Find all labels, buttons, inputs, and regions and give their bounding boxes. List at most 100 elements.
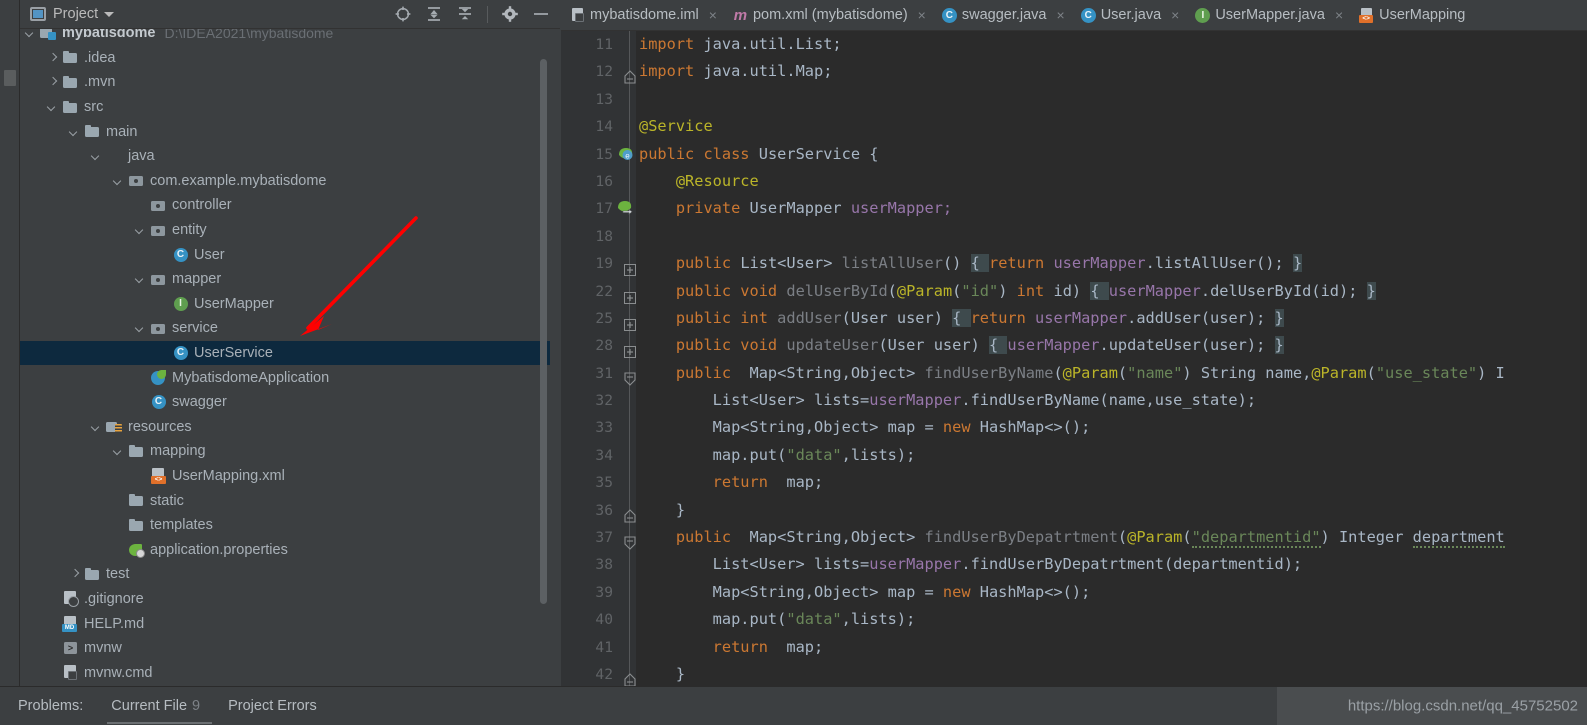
line-number: 31 <box>595 364 613 382</box>
folder-icon <box>84 124 101 140</box>
tree-node-static[interactable]: static <box>20 488 550 513</box>
editor-tab-usermapping[interactable]: UserMapping <box>1350 0 1472 30</box>
project-panel-title[interactable]: Project <box>53 6 98 22</box>
spring-autowire-icon[interactable] <box>617 199 634 216</box>
code-fold-open-icon[interactable] <box>624 532 636 550</box>
code-token: @Param <box>896 281 953 300</box>
tree-node-main[interactable]: main <box>20 119 550 144</box>
code-token: List<User> <box>740 254 842 273</box>
code-token: userMapper <box>1108 281 1201 300</box>
chevron-down-icon[interactable] <box>24 29 37 40</box>
close-icon[interactable]: × <box>918 8 926 22</box>
code-token: map; <box>777 637 824 656</box>
project-tree-scrollbar[interactable] <box>540 59 547 604</box>
tab-project-errors[interactable]: Project Errors <box>228 698 317 714</box>
tree-node-label: mapping <box>150 443 206 460</box>
tree-node-usermapper[interactable]: UserMapper <box>20 292 550 317</box>
code-text: Map<String,Object> map = new HashMap<>()… <box>639 414 1091 441</box>
chevron-down-icon[interactable] <box>104 11 115 17</box>
code-token: @Resource <box>639 171 759 190</box>
code-token: ( <box>1117 528 1128 547</box>
chevron-down-icon[interactable] <box>134 273 147 286</box>
code-fold-end-icon[interactable] <box>624 66 636 84</box>
chevron-down-icon[interactable] <box>46 101 59 114</box>
chevron-right-icon[interactable] <box>46 76 59 89</box>
chevron-down-icon[interactable] <box>90 150 103 163</box>
chevron-down-icon[interactable] <box>134 322 147 335</box>
code-fold-plus-icon[interactable] <box>624 313 636 331</box>
code-fold-open-icon[interactable] <box>624 368 636 386</box>
tree-node-src[interactable]: src <box>20 95 550 120</box>
code-fold-plus-icon[interactable] <box>624 258 636 277</box>
tree-node-label: mvnw.cmd <box>84 664 153 681</box>
chevron-down-icon[interactable] <box>90 420 103 433</box>
code-fold-plus-icon[interactable] <box>624 286 636 304</box>
tree-node-java[interactable]: java <box>20 144 550 169</box>
code-fold-end-icon[interactable] <box>624 505 636 523</box>
close-icon[interactable]: × <box>1171 8 1179 22</box>
project-tree[interactable]: mybatisdome D:\IDEA2021\mybatisdome .idea.… <box>20 29 550 686</box>
line-number: 32 <box>595 392 613 410</box>
code-token: } <box>1366 281 1376 300</box>
tree-node-test[interactable]: test <box>20 562 550 587</box>
code-token: Map<String,Object> map = <box>639 582 943 601</box>
editor-tab-user-java[interactable]: User.java × <box>1072 0 1187 30</box>
close-icon[interactable]: × <box>1057 8 1065 22</box>
xml-icon <box>1359 8 1374 23</box>
code-fold-plus-icon[interactable] <box>624 340 636 359</box>
tree-node-usermapping-xml[interactable]: UserMapping.xml <box>20 464 550 489</box>
minimize-panel-icon[interactable] <box>532 5 550 23</box>
tree-node-user[interactable]: User <box>20 242 550 267</box>
tree-node-mybatisdomeapplication[interactable]: MybatisdomeApplication <box>20 365 550 390</box>
tree-node-userservice[interactable]: UserService <box>20 340 550 366</box>
chevron-down-icon[interactable] <box>68 125 81 138</box>
close-icon[interactable]: × <box>1335 8 1343 22</box>
editor-tab-pom-xml-mybatisdome[interactable]: m pom.xml (mybatisdome) × <box>724 0 933 30</box>
tab-current-file[interactable]: Current File 9 <box>111 698 200 714</box>
chevron-right-icon[interactable] <box>68 568 81 581</box>
code-fold-end-icon[interactable] <box>624 669 636 686</box>
code-content[interactable]: 11 import java.util.List; 12 import java.ut… <box>561 31 1587 686</box>
tree-node-com-example-mybatisdome[interactable]: com.example.mybatisdome <box>20 169 550 194</box>
tree-node-resources[interactable]: resources <box>20 415 550 440</box>
line-number: 37 <box>595 529 613 547</box>
code-line: 13 <box>561 86 1587 113</box>
code-line: 14 @Service <box>561 113 1587 140</box>
tree-node-controller[interactable]: controller <box>20 193 550 218</box>
folder-icon <box>62 99 79 115</box>
code-text: import java.util.List; <box>639 31 842 58</box>
tree-node-idea[interactable]: .idea <box>20 46 550 71</box>
tree-node-help-md[interactable]: HELP.md <box>20 611 550 636</box>
tree-node-swagger[interactable]: swagger <box>20 390 550 415</box>
chevron-down-icon[interactable] <box>112 174 125 187</box>
tree-node-mybatisdome[interactable]: mybatisdome D:\IDEA2021\mybatisdome <box>20 29 550 46</box>
tree-node-mapping[interactable]: mapping <box>20 439 550 464</box>
iml-icon <box>62 665 79 681</box>
editor-area: mybatisdome.iml×mpom.xml (mybatisdome)×s… <box>561 0 1587 686</box>
collapse-all-icon[interactable] <box>456 5 474 23</box>
tree-node-templates[interactable]: templates <box>20 513 550 538</box>
tree-node-mvnw[interactable]: mvnw <box>20 636 550 661</box>
chevron-right-icon[interactable] <box>46 51 59 64</box>
editor-tab-usermapper-java[interactable]: UserMapper.java × <box>1186 0 1350 30</box>
tree-node-mapper[interactable]: mapper <box>20 267 550 292</box>
tree-node-label: mybatisdome <box>62 29 156 42</box>
tree-node-service[interactable]: service <box>20 316 550 341</box>
tree-node-entity[interactable]: entity <box>20 218 550 243</box>
tree-node-gitignore[interactable]: .gitignore <box>20 587 550 612</box>
chevron-down-icon[interactable] <box>112 445 125 458</box>
editor-tab-mybatisdome-iml[interactable]: mybatisdome.iml × <box>561 0 724 30</box>
tree-node-mvnw-cmd[interactable]: mvnw.cmd <box>20 660 550 685</box>
chevron-down-icon[interactable] <box>134 224 147 237</box>
code-editor[interactable]: 11 import java.util.List; 12 import java.ut… <box>561 31 1587 686</box>
spring-bean-icon[interactable]: e <box>617 145 634 162</box>
tree-node-application-properties[interactable]: application.properties <box>20 537 550 562</box>
editor-tab-label: mybatisdome.iml <box>590 7 699 23</box>
tree-node-mvn[interactable]: .mvn <box>20 70 550 95</box>
code-token: int <box>1016 281 1054 300</box>
expand-all-icon[interactable] <box>425 5 443 23</box>
editor-tab-swagger-java[interactable]: swagger.java × <box>933 0 1072 30</box>
gear-icon[interactable] <box>501 5 519 23</box>
locate-target-icon[interactable] <box>394 5 412 23</box>
close-icon[interactable]: × <box>709 8 717 22</box>
